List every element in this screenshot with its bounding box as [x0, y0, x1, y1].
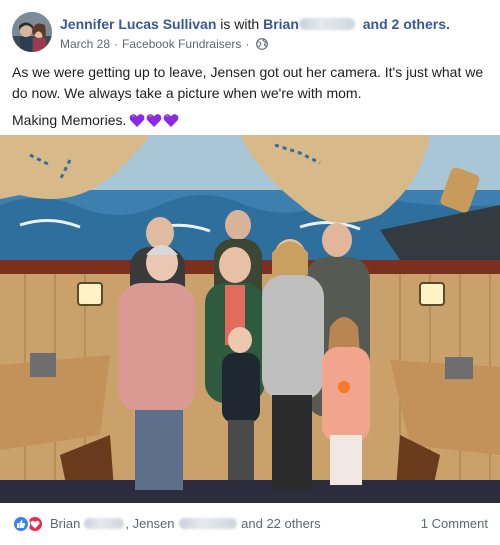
blurred-surname-2 [178, 518, 237, 529]
comment-count-link[interactable]: 1 Comment [421, 516, 488, 532]
avatar-photo [12, 12, 52, 52]
post-source[interactable]: Facebook Fundraisers [122, 37, 241, 51]
post-date[interactable]: March 28 [60, 37, 110, 51]
with-text: is with [220, 16, 260, 32]
reaction-icons[interactable] [12, 515, 44, 533]
like-icon [12, 515, 30, 533]
post-text-paragraph-1: As we were getting up to leave, Jensen g… [12, 64, 484, 101]
globe-icon[interactable] [256, 38, 269, 50]
author-line: Jennifer Lucas Sullivan is with Brian an… [60, 15, 450, 33]
meta-separator-2: · [245, 37, 250, 51]
author-avatar[interactable] [12, 12, 52, 52]
post-text-paragraph-2: Making Memories. [12, 110, 488, 131]
heart-glyph [30, 520, 40, 529]
tagged-person[interactable]: Brian [263, 16, 299, 32]
post-body: As we were getting up to leave, Jensen g… [12, 62, 488, 137]
reactor-others[interactable]: and 22 others [241, 516, 321, 531]
post-text-making-memories: Making Memories. [12, 112, 127, 128]
purple-heart-icon [163, 114, 179, 127]
reactor-name-2[interactable]: Jensen [133, 516, 175, 531]
purple-heart-icon [146, 114, 162, 127]
blurred-surname-1 [84, 518, 125, 529]
post-photo[interactable] [0, 135, 500, 503]
thumbs-up-glyph [17, 520, 26, 528]
blurred-surname [298, 18, 355, 30]
purple-heart-icon [129, 114, 145, 127]
meta-separator: · [114, 37, 119, 51]
family-photo-illustration [0, 135, 500, 503]
tagged-others-link[interactable]: and 2 others. [363, 16, 450, 32]
post-footer: Brian, Jensen and 22 others 1 Comment [0, 506, 500, 542]
author-name[interactable]: Jennifer Lucas Sullivan [60, 16, 216, 32]
reaction-summary[interactable]: Brian, Jensen and 22 others [50, 516, 321, 532]
post-meta: March 28 · Facebook Fundraisers · [60, 36, 269, 52]
reactor-name-1[interactable]: Brian [50, 516, 80, 531]
purple-hearts [129, 113, 179, 128]
post-card: Jennifer Lucas Sullivan is with Brian an… [0, 0, 500, 545]
